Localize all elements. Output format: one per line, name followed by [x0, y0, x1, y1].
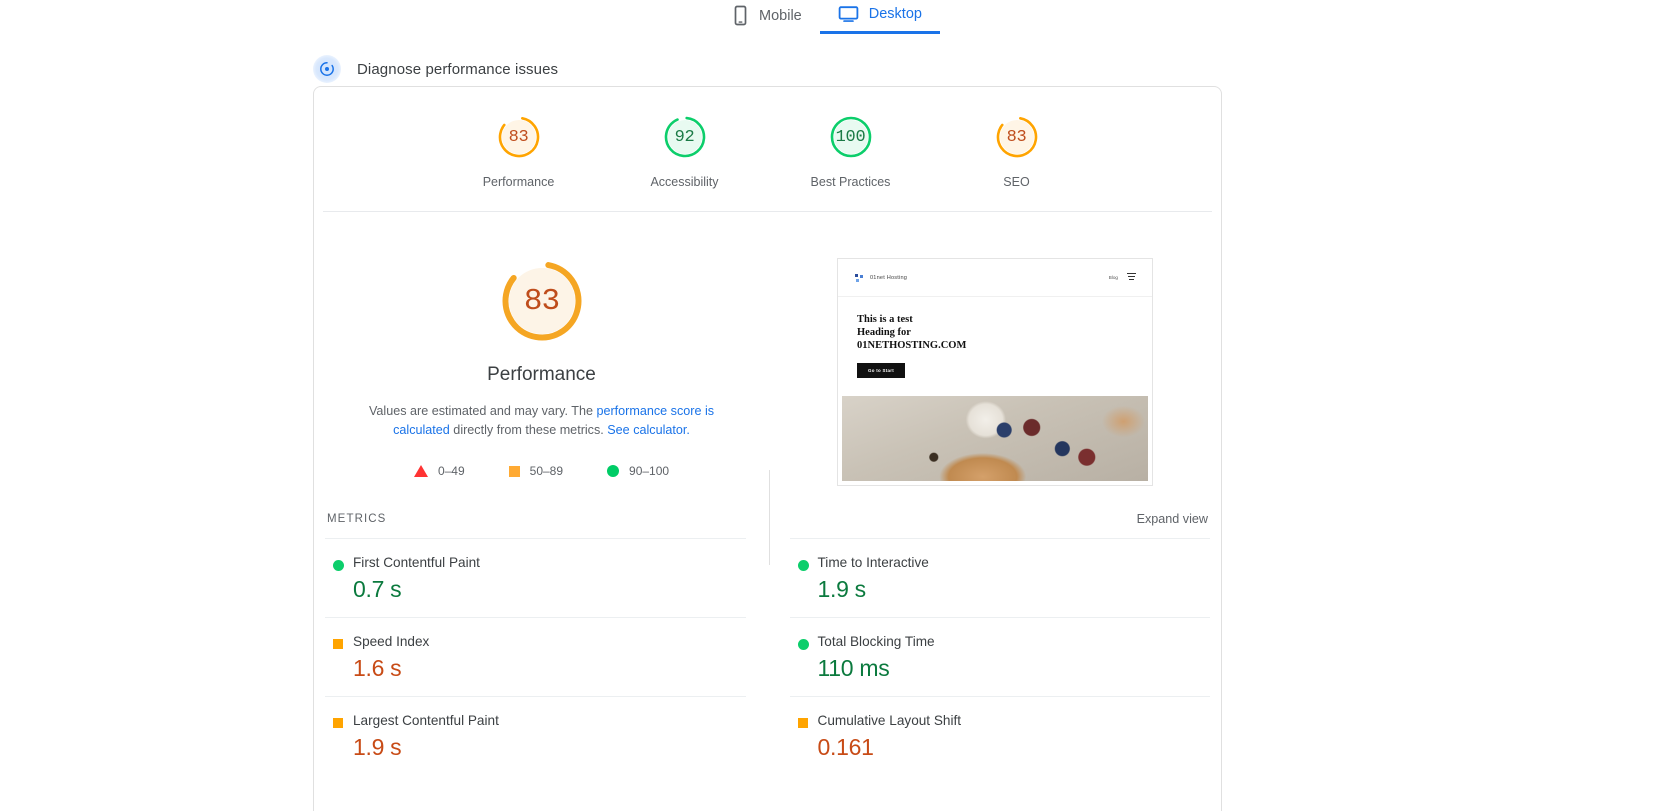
gauge-seo-value: 83	[1006, 127, 1027, 147]
metric-name: Time to Interactive	[817, 555, 929, 570]
metric-speed-index[interactable]: Speed Index 1.6 s	[325, 617, 746, 696]
tab-desktop-label: Desktop	[868, 6, 922, 22]
square-icon	[508, 465, 520, 477]
gauge-accessibility-label: Accessibility	[650, 175, 719, 189]
category-score-performance[interactable]: 83 Performance	[462, 113, 576, 189]
category-score-accessibility[interactable]: 92 Accessibility	[628, 113, 742, 189]
desc-text-2: directly from these metrics.	[449, 423, 608, 437]
thumb-nav-link: Blog	[1108, 275, 1118, 280]
diagnose-performance-issues-row: Diagnose performance issues	[313, 54, 1654, 84]
tab-mobile[interactable]: Mobile	[714, 2, 820, 37]
square-icon	[333, 639, 343, 649]
desc-text-1: Values are estimated and may vary. The	[368, 404, 597, 418]
legend-label-average: 50–89	[529, 464, 564, 478]
legend-label-poor: 0–49	[437, 464, 465, 478]
tab-desktop[interactable]: Desktop	[819, 2, 941, 34]
performance-title: Performance	[487, 364, 596, 385]
metric-value: 110 ms	[817, 655, 890, 681]
performance-big-gauge: 83	[497, 256, 587, 346]
performance-summary: 83 Performance Values are estimated and …	[314, 256, 769, 486]
triangle-icon	[413, 465, 428, 477]
thumb-cta-button: Go to Start	[857, 363, 905, 378]
thumb-heading: This is a test Heading for 01NETHOSTING.…	[857, 314, 967, 351]
metrics-column-left: First Contentful Paint 0.7 s Speed Index…	[325, 538, 768, 775]
metric-name: Cumulative Layout Shift	[817, 713, 962, 728]
circle-icon	[797, 560, 809, 571]
metric-name: Total Blocking Time	[817, 634, 935, 649]
mobile-icon	[732, 5, 749, 26]
category-score-best-practices[interactable]: 100 Best Practices	[794, 113, 908, 189]
category-score-seo[interactable]: 83 SEO	[960, 113, 1074, 189]
metric-name: Speed Index	[353, 634, 430, 649]
circle-icon	[333, 560, 344, 571]
pagespeed-insights-report: Mobile Desktop Diagnose performance issu…	[0, 0, 1654, 811]
gauge-best-practices-label: Best Practices	[810, 175, 891, 189]
metric-value: 1.9 s	[817, 576, 867, 602]
gauge-accessibility: 92	[661, 113, 709, 161]
metric-time-to-interactive[interactable]: Time to Interactive 1.9 s	[789, 538, 1210, 617]
legend-label-good: 90–100	[629, 464, 670, 478]
metric-value: 1.6 s	[353, 655, 402, 681]
hero-divider	[769, 470, 770, 565]
croissant-photo	[842, 396, 1148, 481]
gauge-seo-label: SEO	[1003, 175, 1030, 189]
performance-description: Values are estimated and may vary. The p…	[354, 402, 729, 440]
legend-item-poor: 0–49	[413, 464, 465, 478]
metric-first-contentful-paint[interactable]: First Contentful Paint 0.7 s	[325, 538, 746, 617]
thumb-body: This is a test Heading for 01NETHOSTING.…	[838, 297, 1152, 378]
metric-largest-contentful-paint[interactable]: Largest Contentful Paint 1.9 s	[325, 696, 746, 775]
tab-mobile-label: Mobile	[759, 7, 802, 24]
gauge-seo: 83	[993, 113, 1041, 161]
legend-item-average: 50–89	[508, 464, 564, 478]
gauge-best-practices: 100	[827, 113, 875, 161]
form-factor-tabs: Mobile Desktop	[0, 0, 1654, 36]
gauge-accessibility-value: 92	[674, 127, 695, 147]
metric-value: 1.9 s	[353, 734, 402, 760]
final-screenshot-container: 01net Hosting Blog This is a test Headin…	[769, 256, 1221, 486]
legend-item-good: 90–100	[607, 464, 669, 478]
score-legend: 0–49 50–89 90–100	[326, 464, 757, 478]
report-card: 83 Performance 92 Accessibility 100 Best…	[313, 86, 1222, 811]
category-scores: 83 Performance 92 Accessibility 100 Best…	[323, 87, 1212, 212]
metric-value: 0.7 s	[353, 576, 402, 602]
metrics-grid: First Contentful Paint 0.7 s Speed Index…	[314, 538, 1221, 775]
circle-icon	[607, 465, 620, 477]
performance-score-value: 83	[523, 283, 560, 319]
metric-name: First Contentful Paint	[353, 555, 480, 570]
gauge-performance-label: Performance	[482, 175, 555, 189]
thumb-logo: 01net Hosting	[854, 272, 907, 284]
metric-cumulative-layout-shift[interactable]: Cumulative Layout Shift 0.161	[789, 696, 1210, 775]
brand-logo-icon	[854, 272, 865, 284]
metrics-label: METRICS	[327, 513, 387, 525]
gauge-performance-value: 83	[508, 127, 529, 147]
see-calculator-link[interactable]: See calculator.	[607, 423, 690, 437]
desktop-icon	[838, 5, 859, 23]
circle-icon	[797, 639, 809, 650]
expand-view-button[interactable]: Expand view	[1137, 512, 1208, 526]
thumb-navbar: 01net Hosting Blog	[838, 259, 1152, 297]
final-screenshot: 01net Hosting Blog This is a test Headin…	[837, 258, 1153, 486]
metric-name: Largest Contentful Paint	[353, 713, 499, 728]
performance-gauge-icon	[313, 55, 341, 83]
gauge-performance: 83	[495, 113, 543, 161]
metric-value: 0.161	[817, 734, 874, 760]
performance-hero: 83 Performance Values are estimated and …	[314, 212, 1221, 565]
diagnose-label: Diagnose performance issues	[357, 60, 559, 78]
metric-total-blocking-time[interactable]: Total Blocking Time 110 ms	[789, 617, 1210, 696]
thumb-nav-right: Blog	[1109, 273, 1136, 282]
metrics-header: METRICS Expand view	[315, 486, 1220, 538]
square-icon	[797, 718, 808, 728]
square-icon	[333, 718, 343, 728]
gauge-best-practices-value: 100	[835, 127, 866, 147]
hamburger-menu-icon	[1127, 273, 1136, 282]
metrics-column-right: Time to Interactive 1.9 s Total Blocking…	[768, 538, 1210, 775]
thumb-logo-text: 01net Hosting	[870, 274, 908, 281]
